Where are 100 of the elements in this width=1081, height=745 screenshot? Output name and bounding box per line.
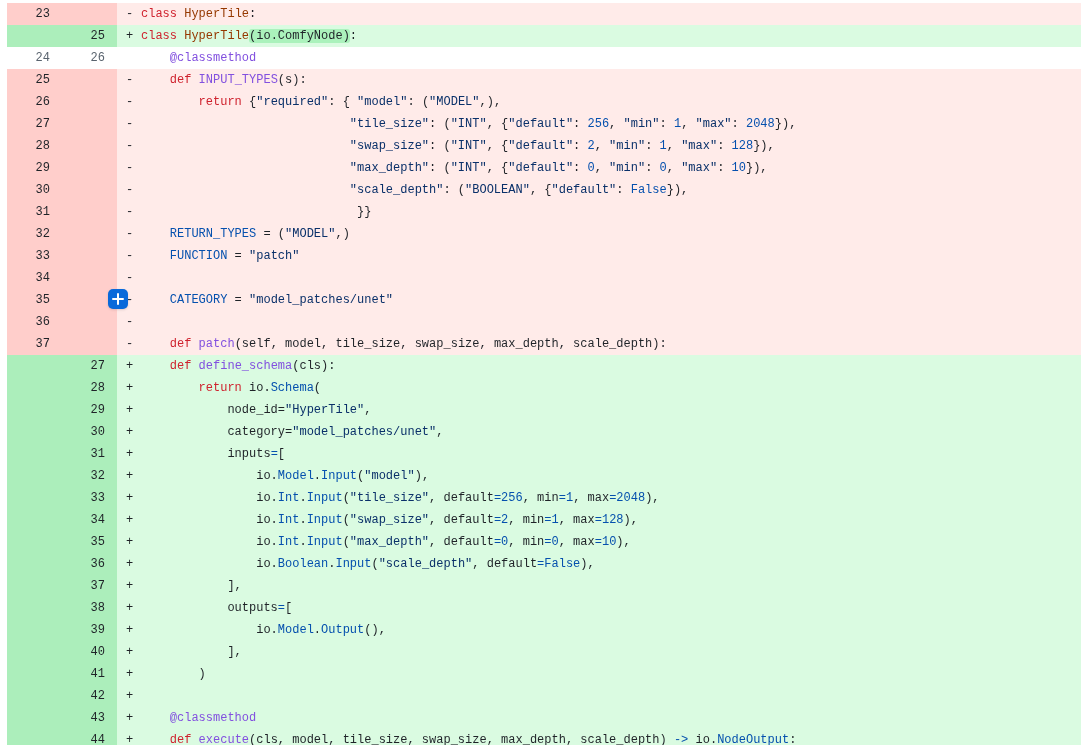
diff-sign: + (126, 710, 135, 727)
line-number: 25 (7, 69, 62, 91)
diff-sign: - (126, 292, 135, 309)
line-number: 44 (62, 729, 117, 745)
diff-sign: - (126, 314, 135, 331)
code-line: io.Int.Input("swap_size", default=2, min=1, max=128), (255, 512, 638, 529)
diff-sign: - (126, 138, 135, 155)
line-number: 29 (62, 399, 117, 421)
code-line: io.Model.Input("model"), (255, 468, 430, 485)
line-number: 36 (62, 553, 117, 575)
code-line: return io.Schema( (197, 380, 322, 397)
diff-sign: + (126, 600, 135, 617)
code-line: "scale_depth": ("BOOLEAN", {"default": False}), (348, 182, 689, 199)
line-number: 31 (7, 201, 62, 223)
code-line: inputs=[ (226, 446, 286, 463)
line-number: 25 (62, 25, 117, 47)
line-number: 23 (7, 3, 62, 25)
add-comment-button[interactable] (108, 289, 128, 309)
line-number: 32 (62, 465, 117, 487)
line-number-gutter (62, 3, 117, 25)
line-number: 39 (62, 619, 117, 641)
code-line: "max_depth": ("INT", {"default": 0, "min": 0, "max": 10}), (348, 160, 768, 177)
code-line: return {"required": { "model": ("MODEL",), (197, 94, 502, 111)
line-number: 34 (7, 267, 62, 289)
code-line: io.Int.Input("tile_size", default=256, min=1, max=2048), (255, 490, 660, 507)
line-number: 35 (7, 289, 62, 311)
diff-sign: - (126, 248, 135, 265)
line-number: 36 (7, 311, 62, 333)
diff-sign: + (126, 622, 135, 639)
diff-sign: + (126, 578, 135, 595)
line-number: 28 (62, 377, 117, 399)
diff-sign: - (126, 72, 135, 89)
line-number: 42 (62, 685, 117, 707)
code-line: io.Boolean.Input("scale_depth", default=False), (255, 556, 595, 573)
line-number: 38 (62, 597, 117, 619)
line-number: 30 (62, 421, 117, 443)
diff-sign: - (126, 270, 135, 287)
line-number: 29 (7, 157, 62, 179)
line-number: 40 (62, 641, 117, 663)
line-number: 28 (7, 135, 62, 157)
line-number: 31 (62, 443, 117, 465)
code-line: "tile_size": ("INT", {"default": 256, "min": 1, "max": 2048}), (348, 116, 797, 133)
diff-sign: - (126, 226, 135, 243)
line-number: 34 (62, 509, 117, 531)
diff-sign: - (126, 160, 135, 177)
diff-sign: + (126, 402, 135, 419)
line-number: 41 (62, 663, 117, 685)
diff-sign: + (126, 380, 135, 397)
code-line: @classmethod (168, 50, 257, 67)
diff-sign: + (126, 358, 135, 375)
code-line: io.Model.Output(), (255, 622, 386, 639)
code-line: "swap_size": ("INT", {"default": 2, "min": 1, "max": 128}), (348, 138, 775, 155)
code-line: RETURN_TYPES = ("MODEL",) (168, 226, 350, 243)
line-number: 32 (7, 223, 62, 245)
line-number-gutter (7, 25, 62, 47)
code-line: class HyperTile: (141, 6, 257, 23)
line-number: 27 (62, 355, 117, 377)
code-line: FUNCTION = "patch" (168, 248, 300, 265)
diff-sign: + (126, 556, 135, 573)
code-line: node_id="HyperTile", (226, 402, 372, 419)
diff-sign: + (126, 534, 135, 551)
line-number: 37 (7, 333, 62, 355)
line-number: 27 (7, 113, 62, 135)
diff-sign: + (126, 644, 135, 661)
code-line: ], (226, 644, 242, 661)
code-line: def patch(self, model, tile_size, swap_size, max_depth, scale_depth): (168, 336, 667, 353)
code-line: }} (356, 204, 372, 221)
line-number: 30 (7, 179, 62, 201)
diff-sign: - (126, 116, 135, 133)
line-number: 33 (7, 245, 62, 267)
diff-sign: + (126, 468, 135, 485)
code-line: def execute(cls, model, tile_size, swap_size, max_depth, scale_depth) -> io.NodeOutput: (168, 732, 797, 745)
code-line: class HyperTile(io.ComfyNode): (141, 28, 358, 45)
code-line: outputs=[ (226, 600, 293, 617)
plus-icon (112, 293, 124, 305)
code-line: @classmethod (168, 710, 257, 727)
diff-sign: + (126, 688, 135, 705)
diff-sign: - (126, 94, 135, 111)
diff-sign: + (126, 424, 135, 441)
diff-sign: - (126, 336, 135, 353)
code-line: ], (226, 578, 242, 595)
diff-sign: - (126, 204, 135, 221)
code-line: CATEGORY = "model_patches/unet" (168, 292, 394, 309)
code-line: def INPUT_TYPES(s): (168, 72, 307, 89)
diff-sign: + (126, 732, 135, 745)
code-line: def define_schema(cls): (168, 358, 336, 375)
diff-sign: + (126, 446, 135, 463)
line-number: 33 (62, 487, 117, 509)
diff-sign: + (126, 512, 135, 529)
diff-sign: + (126, 490, 135, 507)
line-number: 26 (7, 91, 62, 113)
line-number: 35 (62, 531, 117, 553)
code-line: ) (197, 666, 206, 683)
diff-sign: + (126, 28, 135, 45)
line-number: 37 (62, 575, 117, 597)
code-line: category="model_patches/unet", (226, 424, 444, 441)
diff-sign: - (126, 6, 135, 23)
line-number: 43 (62, 707, 117, 729)
code-line: io.Int.Input("max_depth", default=0, min=0, max=10), (255, 534, 631, 551)
diff-sign: + (126, 666, 135, 683)
